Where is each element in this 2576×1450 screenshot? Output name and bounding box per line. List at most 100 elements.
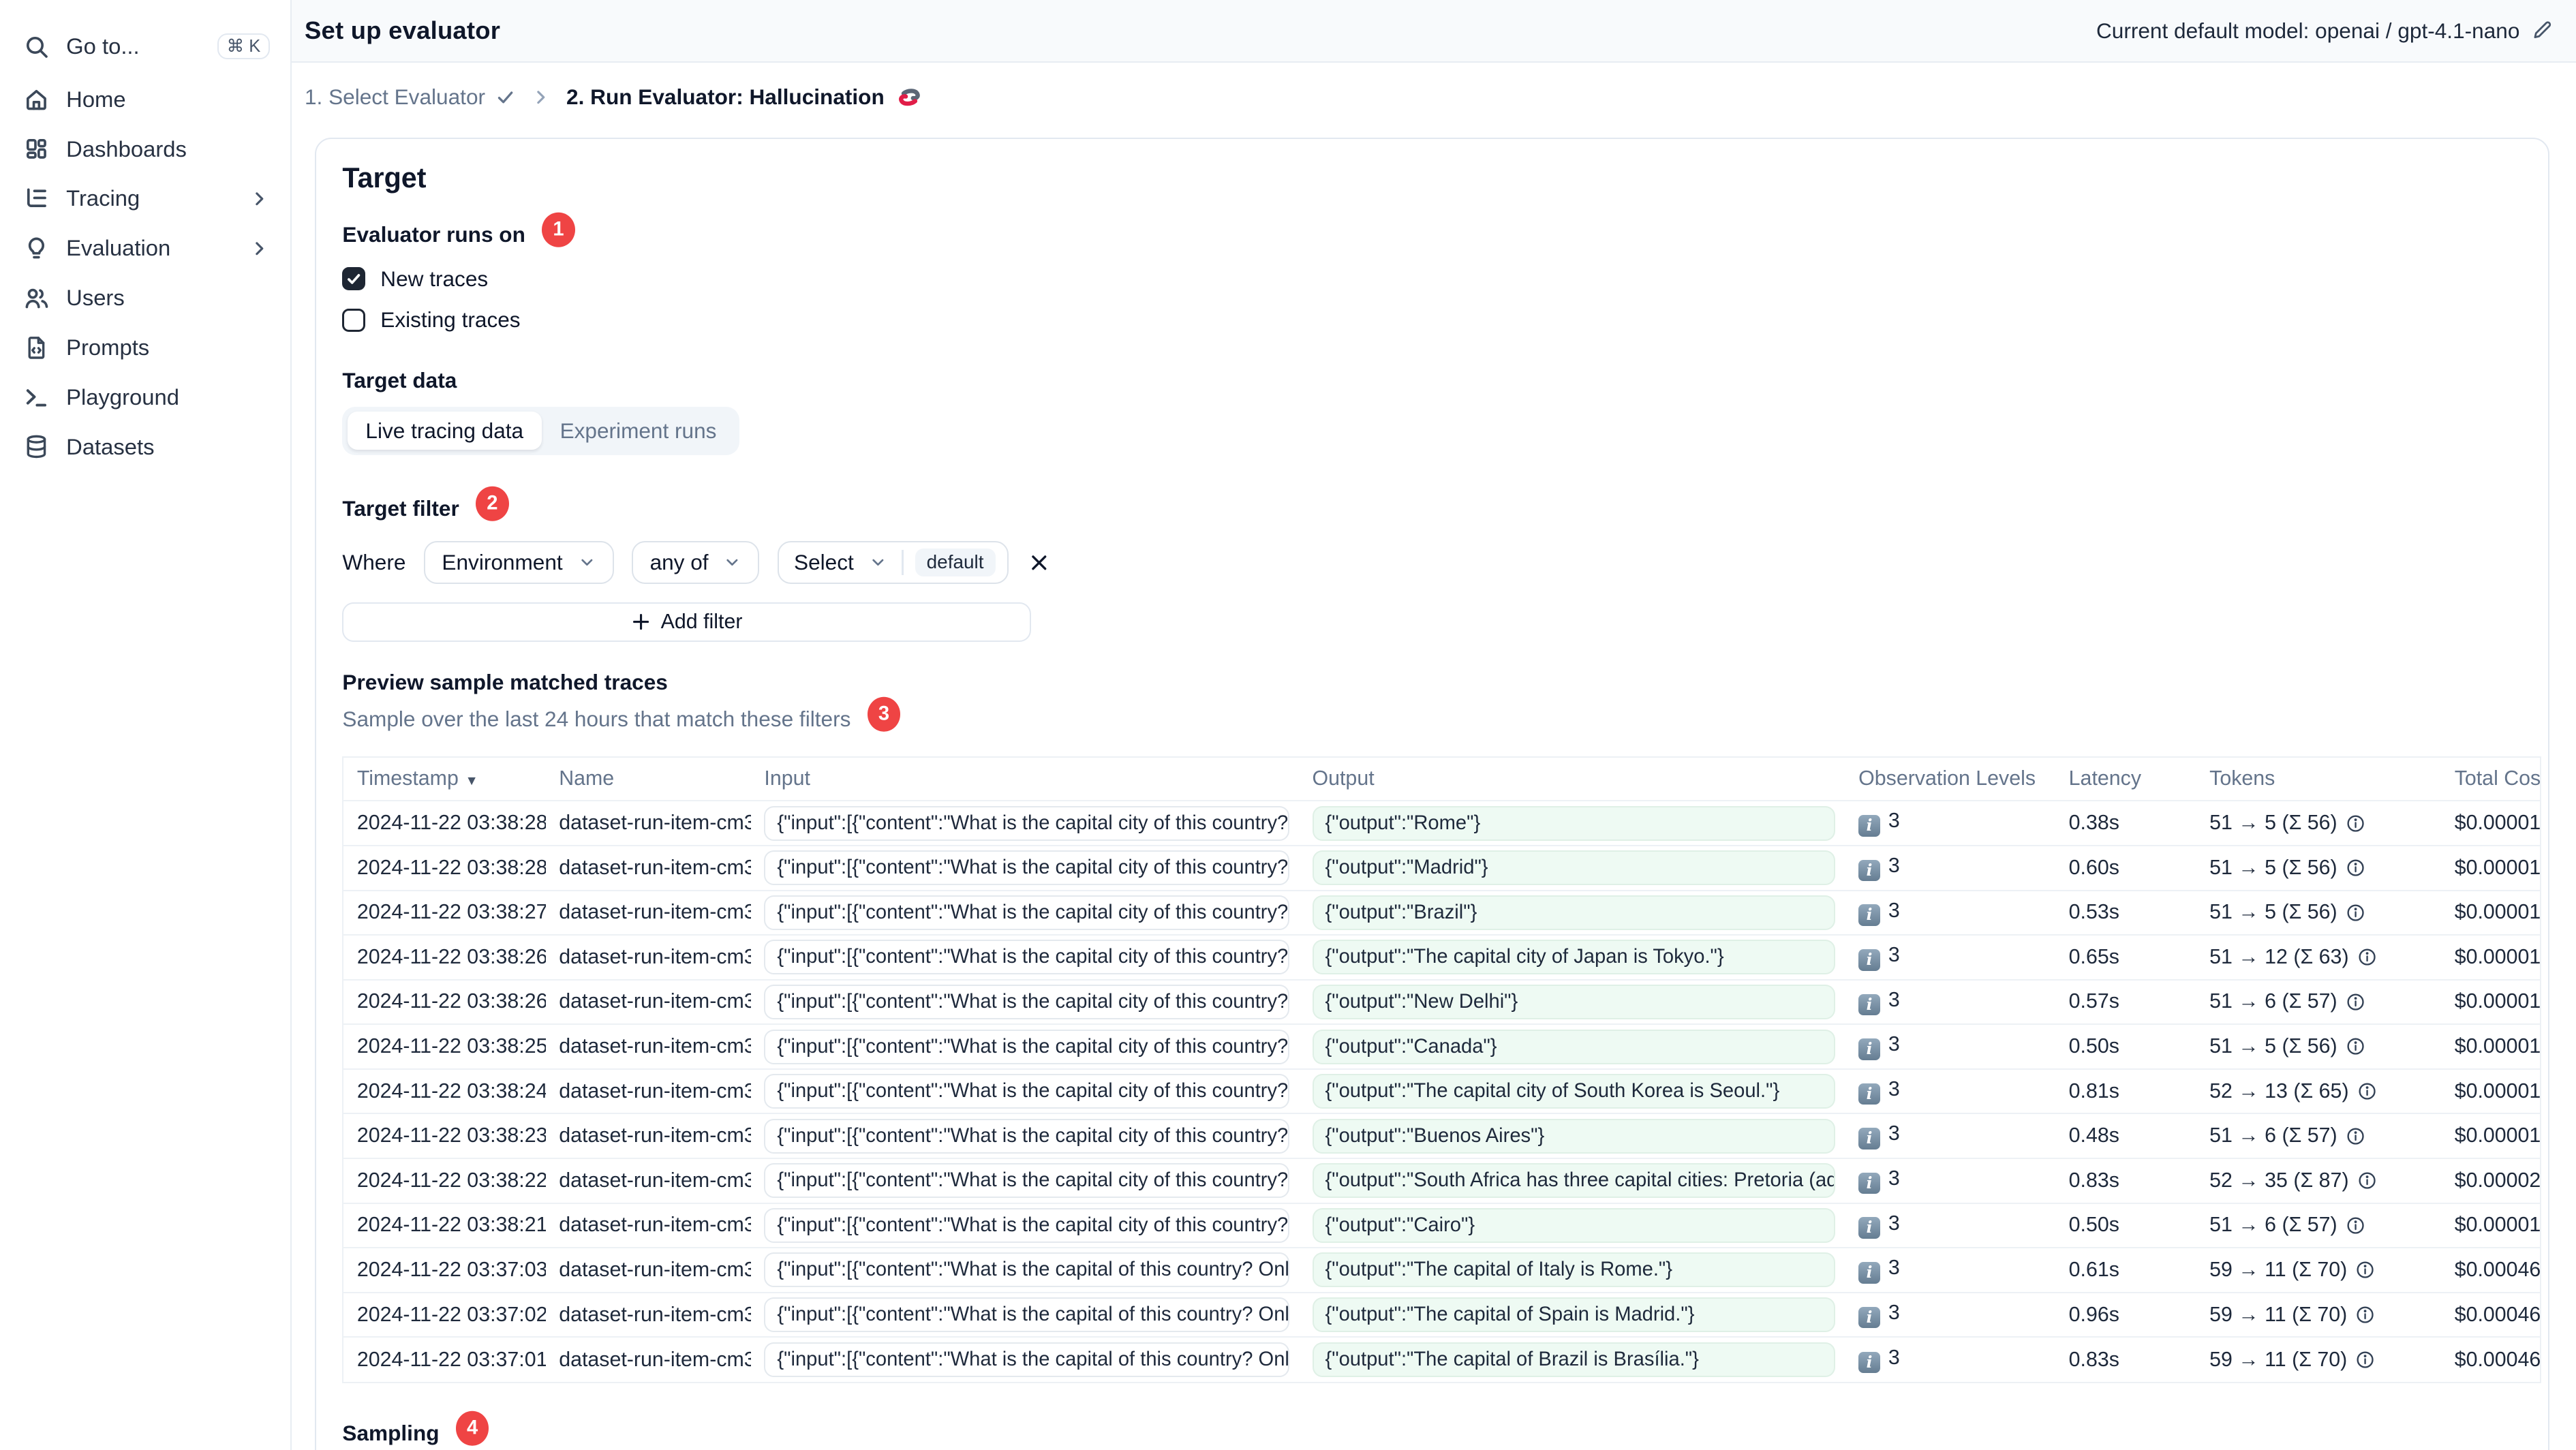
input-preview[interactable]: {"input":[{"content":"What is the capita…	[764, 1163, 1289, 1199]
input-preview[interactable]: {"input":[{"content":"What is the capita…	[764, 940, 1289, 975]
cost-cell: $0.000011 (	[2441, 1024, 2541, 1070]
sidebar-item-tracing[interactable]: Tracing	[0, 174, 290, 223]
input-preview[interactable]: {"input":[{"content":"What is the capita…	[764, 1342, 1289, 1378]
sidebar-item-prompts[interactable]: Prompts	[0, 323, 290, 373]
output-preview[interactable]: {"output":"The capital of Spain is Madri…	[1312, 1297, 1836, 1332]
latency-cell: 0.96s	[2055, 1292, 2196, 1338]
sidebar-item-evaluation[interactable]: Evaluation	[0, 223, 290, 273]
tab-live-tracing-data[interactable]: Live tracing data	[347, 411, 542, 450]
levels-icon: i	[1858, 904, 1880, 927]
table-row[interactable]: 2024-11-22 03:38:21 dataset-run-item-cm3…	[343, 1203, 2541, 1249]
observation-levels-cell: i3	[1845, 1068, 2056, 1115]
input-preview[interactable]: {"input":[{"content":"What is the capita…	[764, 895, 1289, 930]
target-filter-row: Target filter 2	[342, 486, 2541, 526]
output-preview[interactable]: {"output":"South Africa has three capita…	[1312, 1163, 1836, 1199]
add-filter-label: Add filter	[660, 610, 743, 633]
tokens-cell: 51 → 6 (Σ 57)	[2196, 1113, 2442, 1159]
name-cell: dataset-run-item-cm3s4	[545, 1292, 751, 1338]
table-row[interactable]: 2024-11-22 03:38:22 dataset-run-item-cm3…	[343, 1158, 2541, 1204]
output-preview[interactable]: {"output":"The capital of Italy is Rome.…	[1312, 1252, 1836, 1288]
column-header-observation-levels[interactable]: Observation Levels	[1845, 758, 2056, 802]
sidebar-item-label: Users	[66, 285, 125, 311]
new-traces-checkbox[interactable]	[342, 267, 366, 291]
goto-search[interactable]: Go to... ⌘ K	[0, 22, 290, 72]
filter-value-chip[interactable]: default	[915, 548, 996, 577]
table-row[interactable]: 2024-11-22 03:38:28 dataset-run-item-cm3…	[343, 845, 2541, 891]
levels-icon: i	[1858, 1306, 1880, 1329]
input-preview[interactable]: {"input":[{"content":"What is the capita…	[764, 1074, 1289, 1109]
tracing-icon	[23, 185, 50, 212]
info-icon	[2357, 1351, 2374, 1368]
breadcrumb-step-1[interactable]: 1. Select Evaluator	[305, 84, 515, 110]
observation-levels-cell: i3	[1845, 845, 2056, 891]
tab-experiment-runs[interactable]: Experiment runs	[542, 412, 735, 450]
edit-model-icon[interactable]	[2531, 20, 2553, 42]
output-cell: {"output":"Buenos Aires"}	[1299, 1113, 1845, 1159]
table-row[interactable]: 2024-11-22 03:37:03 dataset-run-item-cm3…	[343, 1248, 2541, 1293]
sampling-row-label: Sampling 4	[342, 1411, 2541, 1450]
table-row[interactable]: 2024-11-22 03:38:26 dataset-run-item-cm3…	[343, 935, 2541, 981]
output-preview[interactable]: {"output":"The capital of Brazil is Bras…	[1312, 1342, 1836, 1378]
column-header-total-cost[interactable]: Total Cost	[2441, 758, 2541, 802]
name-cell: dataset-run-item-cm3s4	[545, 1158, 751, 1204]
sidebar-item-label: Dashboards	[66, 136, 187, 161]
column-header-tokens[interactable]: Tokens	[2196, 758, 2442, 802]
output-preview[interactable]: {"output":"The capital city of Japan is …	[1312, 940, 1836, 975]
table-row[interactable]: 2024-11-22 03:37:01 dataset-run-item-cm3…	[343, 1337, 2540, 1382]
column-header-name[interactable]: Name	[545, 758, 751, 802]
table-row[interactable]: 2024-11-22 03:38:23 dataset-run-item-cm3…	[343, 1113, 2541, 1159]
input-preview[interactable]: {"input":[{"content":"What is the capita…	[764, 1252, 1289, 1288]
filter-value-dropdown[interactable]: Select	[779, 550, 902, 575]
levels-icon: i	[1858, 1038, 1880, 1060]
output-cell: {"output":"Rome"}	[1299, 801, 1845, 846]
input-preview[interactable]: {"input":[{"content":"What is the capita…	[764, 805, 1289, 841]
output-preview[interactable]: {"output":"Brazil"}	[1312, 895, 1836, 930]
table-row[interactable]: 2024-11-22 03:38:25 dataset-run-item-cm3…	[343, 1024, 2541, 1070]
sidebar-item-dashboards[interactable]: Dashboards	[0, 124, 290, 174]
add-filter-button[interactable]: Add filter	[342, 602, 1031, 643]
table-row[interactable]: 2024-11-22 03:38:27 dataset-run-item-cm3…	[343, 890, 2541, 936]
sidebar-item-users[interactable]: Users	[0, 273, 290, 323]
column-header-input[interactable]: Input	[750, 758, 1300, 802]
sidebar-item-playground[interactable]: Playground	[0, 373, 290, 422]
input-preview[interactable]: {"input":[{"content":"What is the capita…	[764, 1207, 1289, 1243]
sidebar-item-home[interactable]: Home	[0, 74, 290, 124]
table-row[interactable]: 2024-11-22 03:37:02 dataset-run-item-cm3…	[343, 1292, 2541, 1338]
input-preview[interactable]: {"input":[{"content":"What is the capita…	[764, 1297, 1289, 1332]
output-preview[interactable]: {"output":"Canada"}	[1312, 1029, 1836, 1064]
sidebar-item-datasets[interactable]: Datasets	[0, 422, 290, 472]
shortcut-badge: ⌘ K	[217, 33, 271, 60]
column-header-latency[interactable]: Latency	[2055, 758, 2196, 802]
table-row[interactable]: 2024-11-22 03:38:26 dataset-run-item-cm3…	[343, 979, 2541, 1025]
users-icon	[23, 285, 50, 311]
observation-levels-cell: i3	[1845, 1203, 2056, 1249]
latency-cell: 0.57s	[2055, 979, 2196, 1025]
output-preview[interactable]: {"output":"The capital city of South Kor…	[1312, 1074, 1836, 1109]
filter-operator-dropdown[interactable]: any of	[632, 540, 760, 585]
step-badge-4: 4	[455, 1411, 489, 1447]
table-row[interactable]: 2024-11-22 03:38:28 dataset-run-item-cm3…	[343, 801, 2541, 846]
existing-traces-checkbox[interactable]	[342, 308, 366, 332]
column-header-timestamp[interactable]: Timestamp ▼	[343, 758, 546, 802]
column-header-output[interactable]: Output	[1299, 758, 1845, 802]
filter-column-dropdown[interactable]: Environment	[424, 540, 614, 585]
new-traces-option[interactable]: New traces	[342, 264, 2541, 294]
output-preview[interactable]: {"output":"Rome"}	[1312, 805, 1836, 841]
table-row[interactable]: 2024-11-22 03:38:24 dataset-run-item-cm3…	[343, 1068, 2541, 1115]
output-preview[interactable]: {"output":"Cairo"}	[1312, 1207, 1836, 1243]
output-preview[interactable]: {"output":"Buenos Aires"}	[1312, 1118, 1836, 1154]
input-preview[interactable]: {"input":[{"content":"What is the capita…	[764, 984, 1289, 1019]
input-preview[interactable]: {"input":[{"content":"What is the capita…	[764, 1029, 1289, 1064]
existing-traces-option[interactable]: Existing traces	[342, 305, 2541, 335]
tokens-cell: 51 → 5 (Σ 56)	[2196, 890, 2442, 936]
output-preview[interactable]: {"output":"New Delhi"}	[1312, 984, 1836, 1019]
name-cell: dataset-run-item-cm3s4	[545, 845, 751, 891]
timestamp-cell: 2024-11-22 03:38:24	[343, 1068, 546, 1115]
output-preview[interactable]: {"output":"Madrid"}	[1312, 850, 1836, 886]
step-badge-1: 1	[542, 212, 575, 247]
input-preview[interactable]: {"input":[{"content":"What is the capita…	[764, 1118, 1289, 1154]
name-cell: dataset-run-item-cm3s4	[545, 935, 751, 981]
input-preview[interactable]: {"input":[{"content":"What is the capita…	[764, 850, 1289, 886]
preview-subtitle: Sample over the last 24 hours that match…	[342, 707, 851, 732]
remove-filter-icon[interactable]	[1028, 552, 1050, 574]
